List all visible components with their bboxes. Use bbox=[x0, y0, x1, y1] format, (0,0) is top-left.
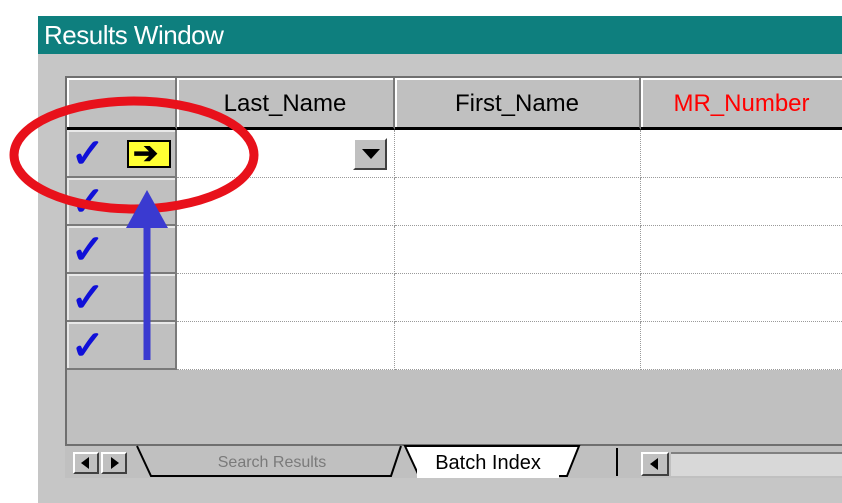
annotation-overlay bbox=[9, 96, 259, 360]
highlight-circle bbox=[9, 96, 259, 214]
